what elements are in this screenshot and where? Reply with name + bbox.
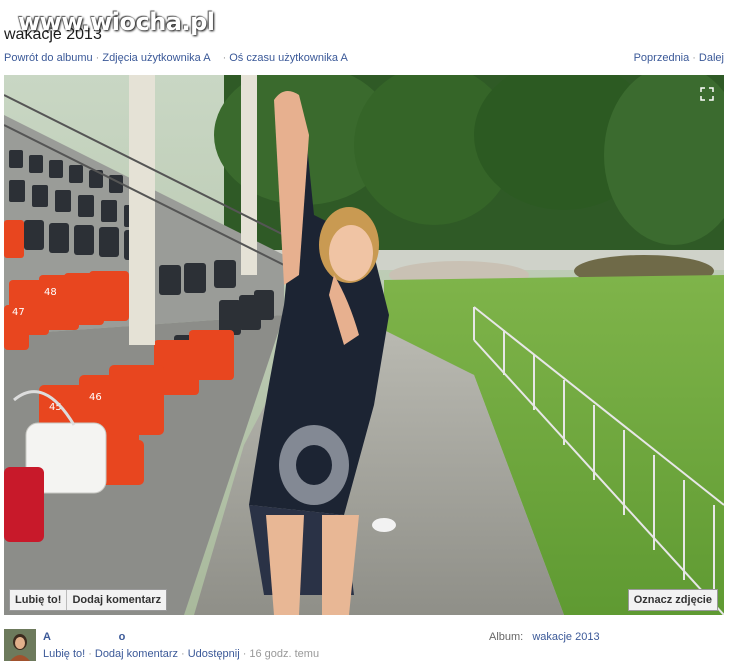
separator: · [242, 648, 247, 660]
photo-image: 45 46 47 48 [4, 75, 724, 615]
user-name-first[interactable]: A [43, 631, 51, 643]
footer-comment-link[interactable]: Dodaj komentarz [95, 648, 178, 660]
next-link[interactable]: Dalej [699, 52, 724, 64]
separator: · [222, 52, 227, 64]
photo-like-comment-group: Lubię to! Dodaj komentarz [9, 589, 168, 611]
footer-like-link[interactable]: Lubię to! [43, 648, 85, 660]
separator: · [692, 52, 696, 64]
tag-photo-button[interactable]: Oznacz zdjęcie [627, 589, 718, 611]
seat-number-label: 48 [44, 287, 57, 298]
separator: · [88, 648, 92, 660]
album-label: Album: [489, 631, 524, 643]
post-actions: Lubię to! · Dodaj komentarz · Udostępnij · 16 … [43, 648, 319, 660]
album-info: Album: wakacje 2013 [489, 631, 600, 643]
avatar-image [4, 629, 36, 661]
seat-number-label: 46 [89, 392, 102, 403]
watermark: www.wiocha.pl [18, 8, 215, 36]
photo-footer: A o Lubię to! · Dodaj komentarz · Udostępnij… [0, 625, 736, 666]
back-to-album-link[interactable]: Powrót do albumu [4, 52, 93, 64]
separator: · [95, 52, 100, 64]
album-link[interactable]: wakacje 2013 [532, 631, 599, 643]
separator: · [181, 648, 185, 660]
expand-icon[interactable] [700, 87, 714, 101]
seat-number-label: 47 [12, 307, 25, 318]
timestamp: 16 godz. temu [249, 648, 320, 660]
add-comment-button[interactable]: Dodaj komentarz [66, 590, 166, 610]
share-link[interactable]: Udostępnij [188, 648, 240, 660]
photo-viewer[interactable]: 45 46 47 48 [4, 75, 724, 615]
like-button[interactable]: Lubię to! [10, 590, 66, 610]
avatar[interactable] [4, 629, 36, 661]
user-name[interactable]: A o [43, 631, 125, 643]
photo-nav-left: Powrót do albumu · Zdjęcia użytkownika A · O… [4, 52, 348, 64]
user-timeline-link[interactable]: Oś czasu użytkownika A [229, 52, 348, 64]
user-name-last[interactable]: o [119, 631, 126, 643]
user-photos-link[interactable]: Zdjęcia użytkownika A [102, 52, 210, 64]
previous-link[interactable]: Poprzednia [634, 52, 690, 64]
photo-nav-right: Poprzednia · Dalej [634, 52, 724, 64]
